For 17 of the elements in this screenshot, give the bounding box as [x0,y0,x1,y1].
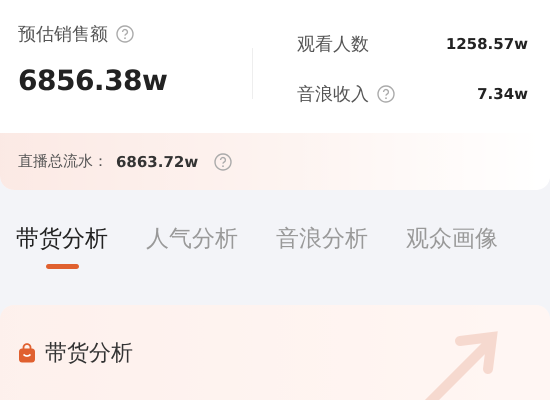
tab[interactable]: 音浪分析 [276,223,368,305]
help-icon[interactable] [116,25,134,43]
metric-label: 预估销售额 [18,23,108,46]
tab[interactable]: 人气分析 [146,223,238,305]
help-icon[interactable] [377,85,395,103]
section-title: 带货分析 [45,340,133,368]
total-label: 直播总流水： [18,152,108,171]
metric-label: 观看人数 [297,33,369,56]
total-value: 6863.72w [116,152,198,170]
tab[interactable]: 观众画像 [406,223,498,305]
tab[interactable]: 带货分析 [16,223,108,305]
metric-value: 1258.57w [446,35,528,53]
metric-label: 音浪收入 [297,83,369,106]
help-icon[interactable] [214,152,232,170]
metric-value: 7.34w [477,85,528,103]
metric-value: 6856.38w [18,64,168,97]
shopping-bag-icon [18,342,36,362]
